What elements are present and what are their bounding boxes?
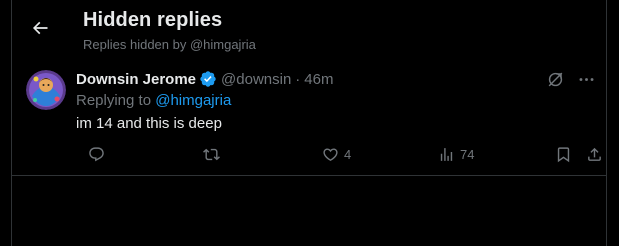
like-count: 4 xyxy=(344,147,352,162)
like-button[interactable]: 4 xyxy=(322,146,351,163)
author-row: Downsin Jerome @downsin · 46m xyxy=(76,69,333,89)
tweet-action-bar: 4 74 xyxy=(76,146,601,166)
tweet-top-actions xyxy=(546,70,596,89)
reply-icon xyxy=(89,147,104,162)
bookmark-icon xyxy=(557,147,570,163)
author-handle[interactable]: @downsin xyxy=(221,71,291,88)
avatar-image xyxy=(26,70,66,110)
main-column: Hidden replies Replies hidden by @himgaj… xyxy=(11,0,607,246)
hidden-reply-tweet[interactable]: Downsin Jerome @downsin · 46m Replying t… xyxy=(12,58,606,176)
repost-button[interactable] xyxy=(203,146,220,163)
more-icon xyxy=(579,78,594,81)
replying-to-label: Replying to xyxy=(76,92,156,109)
tweet-text: im 14 and this is deep xyxy=(76,115,222,132)
analytics-icon xyxy=(440,148,453,161)
view-count: 74 xyxy=(460,147,475,162)
separator-dot: · xyxy=(295,70,301,88)
page-header: Hidden replies Replies hidden by @himgaj… xyxy=(12,0,606,56)
tweet-timestamp[interactable]: 46m xyxy=(304,71,333,88)
avatar[interactable] xyxy=(26,70,66,110)
more-button[interactable] xyxy=(577,70,596,89)
replying-to-mention[interactable]: @himgajria xyxy=(155,92,231,109)
display-name[interactable]: Downsin Jerome xyxy=(76,71,196,88)
replying-to: Replying to @himgajria xyxy=(76,92,231,109)
verified-badge-icon[interactable] xyxy=(199,70,217,88)
arrow-left-icon xyxy=(32,21,48,35)
page-title: Hidden replies xyxy=(83,9,223,31)
share-icon xyxy=(588,147,601,161)
heart-icon xyxy=(323,148,338,161)
page-subtitle: Replies hidden by @himgajria xyxy=(83,37,256,52)
share-button[interactable] xyxy=(586,146,603,163)
unhide-reply-button[interactable] xyxy=(546,70,565,89)
reply-button[interactable] xyxy=(88,146,105,163)
unhide-icon xyxy=(548,72,563,87)
back-button[interactable] xyxy=(26,14,54,42)
views-button[interactable]: 74 xyxy=(438,146,474,163)
repost-icon xyxy=(203,148,220,161)
bookmark-button[interactable] xyxy=(555,146,572,163)
